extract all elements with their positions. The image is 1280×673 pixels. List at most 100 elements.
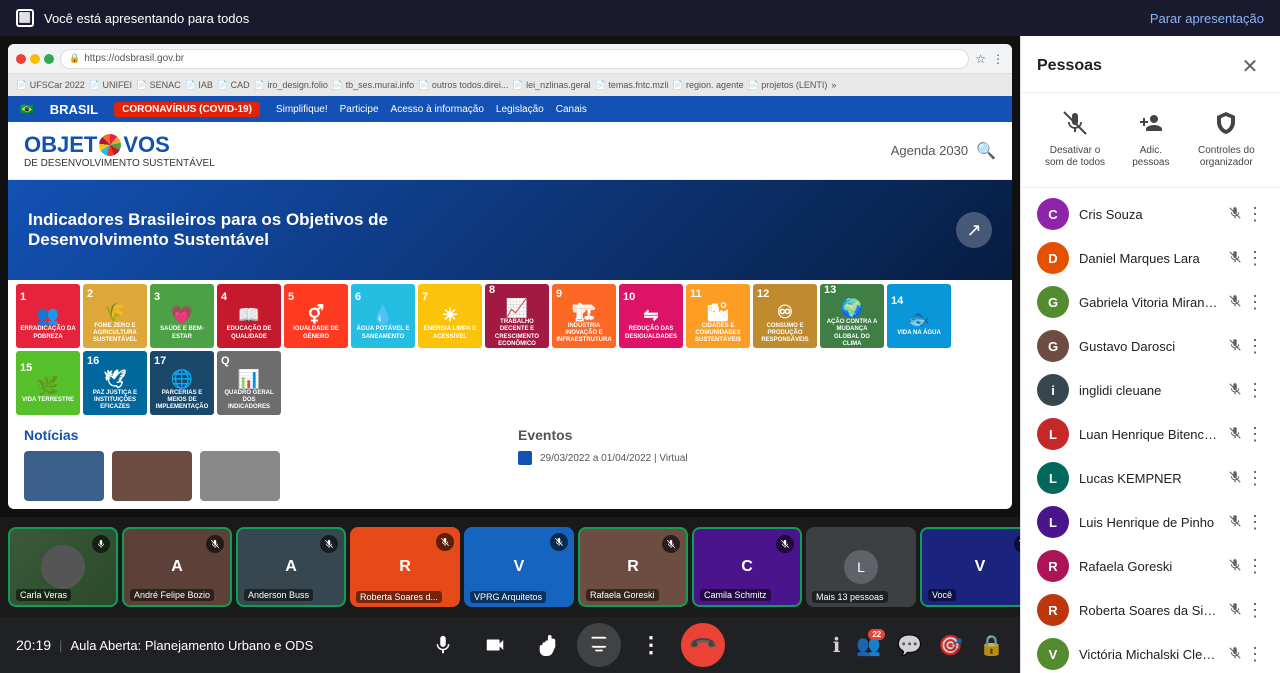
sdg-goal-17[interactable]: 17 🌐 PARCERIAS E MEIOS DE IMPLEMENTAÇÃO: [150, 351, 214, 415]
video-tile-3[interactable]: R Roberta Soares d...: [350, 527, 460, 607]
sdg-goal-2[interactable]: 2 🌾 FOME ZERO E AGRICULTURA SUSTENTÁVEL: [83, 284, 147, 348]
sdg-goal-6[interactable]: 6 💧 ÁGUA POTÁVEL E SANEAMENTO: [351, 284, 415, 348]
sdg-goal-Q[interactable]: Q 📊 QUADRO GERAL DOS INDICADORES: [217, 351, 281, 415]
participant-more-4[interactable]: ⋮: [1246, 380, 1264, 401]
nav-acesso[interactable]: Acesso à informação: [391, 104, 484, 115]
participant-item[interactable]: D Daniel Marques Lara ⋮: [1021, 236, 1280, 280]
participant-more-6[interactable]: ⋮: [1246, 468, 1264, 489]
participant-mic-3[interactable]: [1228, 338, 1242, 355]
bookmark-item[interactable]: 📄 region. agente: [672, 80, 743, 91]
sdg-goal-16[interactable]: 16 🕊 PAZ JUSTIÇA E INSTITUIÇÕES EFICAZES: [83, 351, 147, 415]
bookmark-item[interactable]: 📄 SENAC: [136, 80, 181, 91]
browser-url-bar[interactable]: 🔒 https://odsbrasil.gov.br: [60, 49, 969, 69]
participant-mic-0[interactable]: [1228, 206, 1242, 223]
bookmark-item[interactable]: 📄 lei_nzlinas.geral: [512, 80, 590, 91]
participant-item[interactable]: R Rafaela Goreski ⋮: [1021, 544, 1280, 588]
participant-mic-4[interactable]: [1228, 382, 1242, 399]
video-tile-8[interactable]: V Você: [920, 527, 1020, 607]
participant-more-8[interactable]: ⋮: [1246, 556, 1264, 577]
covid-badge[interactable]: CORONAVÍRUS (COVID-19): [114, 102, 260, 117]
participant-mic-1[interactable]: [1228, 250, 1242, 267]
participant-more-1[interactable]: ⋮: [1246, 248, 1264, 269]
participant-more-7[interactable]: ⋮: [1246, 512, 1264, 533]
participant-more-10[interactable]: ⋮: [1246, 644, 1264, 665]
participant-mic-8[interactable]: [1228, 558, 1242, 575]
sdg-goal-13[interactable]: 13 🌍 AÇÃO CONTRA A MUDANÇA GLOBAL DO CLI…: [820, 284, 884, 348]
bookmark-item[interactable]: 📄 IAB: [185, 80, 213, 91]
bookmark-item[interactable]: 📄 temas.fntc.mzli: [595, 80, 669, 91]
participant-item[interactable]: L Lucas KEMPNER ⋮: [1021, 456, 1280, 500]
bookmark-item[interactable]: 📄 outros todos.direi...: [418, 80, 508, 91]
present-button[interactable]: [577, 623, 621, 667]
participant-mic-7[interactable]: [1228, 514, 1242, 531]
video-tile-5[interactable]: R Rafaela Goreski: [578, 527, 688, 607]
bookmark-item[interactable]: 📄 UNIFEI: [89, 80, 132, 91]
participant-item[interactable]: G Gabriela Vitoria Mirandola ⋮: [1021, 280, 1280, 324]
hand-button[interactable]: [525, 623, 569, 667]
sdg-goal-14[interactable]: 14 🐟 VIDA NA ÁGUA: [887, 284, 951, 348]
participant-more-3[interactable]: ⋮: [1246, 336, 1264, 357]
activities-button[interactable]: 🎯: [938, 633, 963, 658]
sdg-goal-15[interactable]: 15 🌿 VIDA TERRESTRE: [16, 351, 80, 415]
sdg-goal-9[interactable]: 9 🏗 INDÚSTRIA INOVAÇÃO E INFRAESTRUTURA: [552, 284, 616, 348]
bookmark-item[interactable]: 📄 UFSCar 2022: [16, 80, 85, 91]
participant-item[interactable]: G Gustavo Darosci ⋮: [1021, 324, 1280, 368]
search-icon[interactable]: 🔍: [976, 141, 996, 161]
video-tile-0[interactable]: Carla Veras: [8, 527, 118, 607]
minimize-dot[interactable]: [30, 54, 40, 64]
close-dot[interactable]: [16, 54, 26, 64]
sdg-goal-10[interactable]: 10 ⇋ REDUÇÃO DAS DESIGUALDADES: [619, 284, 683, 348]
participant-more-9[interactable]: ⋮: [1246, 600, 1264, 621]
sdg-goal-7[interactable]: 7 ☀ ENERGIA LIMPA E ACESSÍVEL: [418, 284, 482, 348]
participant-mic-5[interactable]: [1228, 426, 1242, 443]
news-item-1[interactable]: [24, 451, 104, 501]
video-tile-1[interactable]: A André Felipe Bozio: [122, 527, 232, 607]
video-tile-2[interactable]: A Anderson Buss: [236, 527, 346, 607]
sdg-goal-5[interactable]: 5 ⚥ IGUALDADE DE GÊNERO: [284, 284, 348, 348]
participant-more-2[interactable]: ⋮: [1246, 292, 1264, 313]
video-tile-6[interactable]: C Camila Schmitz: [692, 527, 802, 607]
participant-mic-9[interactable]: [1228, 602, 1242, 619]
participant-item[interactable]: i inglidi cleuane ⋮: [1021, 368, 1280, 412]
camera-button[interactable]: [473, 623, 517, 667]
video-tile-4[interactable]: V VPRG Arquitetos: [464, 527, 574, 607]
sdg-goal-1[interactable]: 1 👥 ERRADICAÇÃO DA POBREZA: [16, 284, 80, 348]
bookmark-item[interactable]: 📄 projetos (LENTI): [748, 80, 828, 91]
sidebar-close-button[interactable]: ✕: [1236, 52, 1264, 80]
participant-mic-10[interactable]: [1228, 646, 1242, 663]
add-people-button[interactable]: Adic. pessoas: [1121, 105, 1181, 175]
participant-item[interactable]: L Luis Henrique de Pinho ⋮: [1021, 500, 1280, 544]
lock-button[interactable]: 🔒: [979, 633, 1004, 658]
more-options-button[interactable]: ⋮: [629, 623, 673, 667]
chat-button[interactable]: 💬: [897, 633, 922, 658]
browser-star[interactable]: ☆: [975, 52, 986, 66]
participant-more-5[interactable]: ⋮: [1246, 424, 1264, 445]
end-call-button[interactable]: 📞: [672, 614, 734, 673]
participant-more-0[interactable]: ⋮: [1246, 204, 1264, 225]
organizer-controls-button[interactable]: Controles do organizador: [1181, 105, 1272, 175]
bookmark-more[interactable]: »: [831, 80, 836, 90]
nav-legislacao[interactable]: Legislação: [496, 104, 544, 115]
participant-mic-6[interactable]: [1228, 470, 1242, 487]
participant-item[interactable]: C Cris Souza ⋮: [1021, 192, 1280, 236]
browser-menu[interactable]: ⋮: [992, 52, 1004, 66]
sdg-goal-8[interactable]: 8 📈 TRABALHO DECENTE E CRESCIMENTO ECONÔ…: [485, 284, 549, 348]
participant-mic-2[interactable]: [1228, 294, 1242, 311]
info-button[interactable]: ℹ: [833, 633, 841, 658]
bookmark-item[interactable]: 📄 CAD: [217, 80, 250, 91]
news-item-2[interactable]: [112, 451, 192, 501]
sdg-goal-11[interactable]: 11 🏙 CIDADES E COMUNIDADES SUSTENTÁVEIS: [686, 284, 750, 348]
nav-participe[interactable]: Participe: [340, 104, 379, 115]
bookmark-item[interactable]: 📄 iro_design.folio: [254, 80, 328, 91]
sdg-goal-4[interactable]: 4 📖 EDUCAÇÃO DE QUALIDADE: [217, 284, 281, 348]
nav-canais[interactable]: Canais: [556, 104, 587, 115]
news-item-3[interactable]: [200, 451, 280, 501]
sdg-goal-3[interactable]: 3 💗 SAÚDE E BEM-ESTAR: [150, 284, 214, 348]
participant-item[interactable]: L Luan Henrique Bitencourt ⋮: [1021, 412, 1280, 456]
stop-presenting-button[interactable]: Parar apresentação: [1150, 11, 1264, 26]
maximize-dot[interactable]: [44, 54, 54, 64]
video-tile-7[interactable]: L Mais 13 pessoas: [806, 527, 916, 607]
mute-all-button[interactable]: Desativar o som de todos: [1029, 105, 1121, 175]
participant-item[interactable]: V Victória Michalski Clemes ⋮: [1021, 632, 1280, 673]
sdg-goal-12[interactable]: 12 ♾ CONSUMO E PRODUÇÃO RESPONSÁVEIS: [753, 284, 817, 348]
